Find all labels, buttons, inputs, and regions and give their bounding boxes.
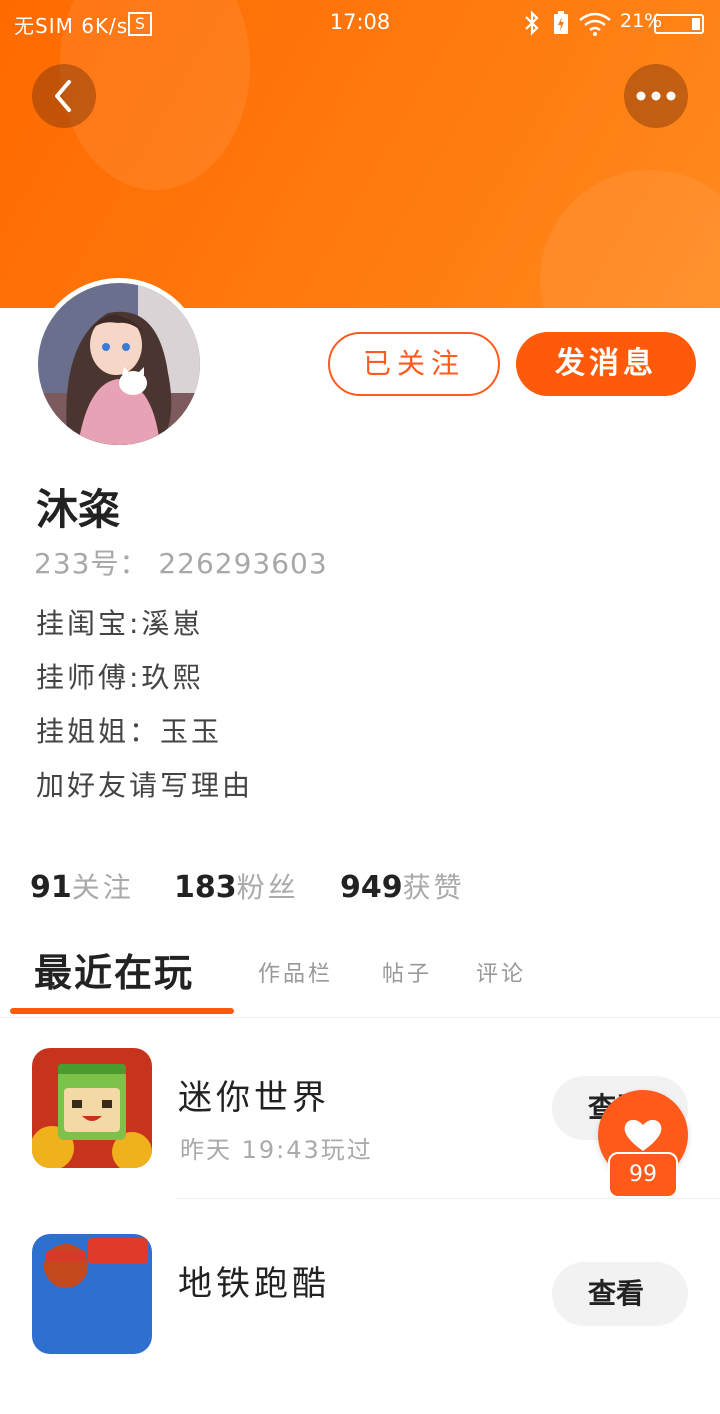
user-id: 233号： 226293603: [34, 547, 328, 580]
tab-posts[interactable]: 帖子: [382, 956, 432, 988]
battery-icon: [654, 14, 704, 34]
bio-line: 挂姐姐：玉玉: [36, 715, 223, 748]
game-name: 地铁跑酷: [178, 1264, 330, 1304]
fans-stat[interactable]: 183粉丝: [174, 866, 299, 906]
username: 沐粢: [36, 485, 121, 534]
following-stat[interactable]: 91关注: [30, 866, 134, 906]
fans-label: 粉丝: [236, 871, 299, 904]
clock: 17:08: [329, 10, 391, 34]
profile-header-background: [0, 0, 720, 308]
fans-count: 183: [174, 870, 237, 905]
followed-button[interactable]: 已关注: [328, 332, 500, 396]
tab-comments[interactable]: 评论: [476, 956, 526, 988]
more-dots-icon: [636, 91, 676, 101]
game-last-played: 昨天 19:43玩过: [180, 1136, 373, 1164]
chevron-left-icon: [55, 80, 71, 112]
heart-icon: [624, 1119, 662, 1151]
following-count: 91: [30, 870, 72, 905]
avatar-image: [38, 283, 200, 445]
likes-label: 获赞: [402, 871, 465, 904]
charging-icon: [554, 11, 568, 34]
game-name: 迷你世界: [178, 1078, 330, 1118]
following-label: 关注: [71, 871, 134, 904]
likes-count: 949: [340, 870, 403, 905]
more-options-button[interactable]: [624, 64, 688, 128]
bio-line: 加好友请写理由: [36, 769, 254, 802]
like-count-badge: 99: [608, 1152, 678, 1198]
bluetooth-icon: [525, 10, 539, 36]
bio-line: 挂师傅:玖熙: [36, 661, 204, 694]
list-item[interactable]: 地铁跑酷 查看: [0, 1234, 720, 1414]
bio-line: 挂闺宝:溪崽: [36, 607, 204, 640]
game-icon: [32, 1234, 152, 1354]
send-message-button[interactable]: 发消息: [516, 332, 696, 396]
tab-recently-played[interactable]: 最近在玩: [34, 942, 194, 997]
avatar[interactable]: [33, 278, 205, 450]
divider: [176, 1198, 720, 1199]
wifi-icon: [579, 12, 611, 36]
back-button[interactable]: [32, 64, 96, 128]
status-bar: 无SIM 6K/s S 17:08 21%: [0, 0, 720, 46]
tab-works[interactable]: 作品栏: [258, 956, 333, 988]
game-icon: [32, 1048, 152, 1168]
profile-tabs: 最近在玩 作品栏 帖子 评论: [0, 940, 720, 1018]
view-game-button[interactable]: 查看: [552, 1262, 688, 1326]
tab-indicator: [10, 1008, 234, 1014]
likes-stat[interactable]: 949获赞: [340, 866, 465, 906]
